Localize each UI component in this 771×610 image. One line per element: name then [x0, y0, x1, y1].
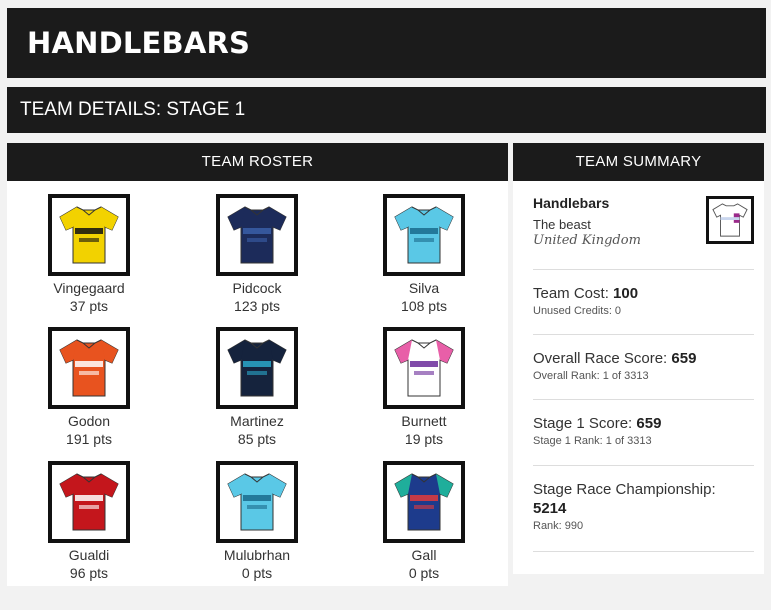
rider-jersey[interactable] [383, 327, 465, 409]
stage-score-label: Stage 1 Score: [533, 415, 633, 432]
stage-score-section: Stage 1 Score: 659 Stage 1 Rank: 1 of 33… [533, 415, 754, 466]
rider-name[interactable]: Burnett [364, 413, 484, 430]
roster-panel: Vingegaard 37 pts Pidcock 123 pts Silva 108 p… [7, 181, 508, 586]
jersey-icon [59, 206, 119, 264]
championship-section: Stage Race Championship: 5214 Rank: 990 [533, 481, 754, 552]
jersey-icon [712, 203, 748, 237]
rider-jersey[interactable] [48, 194, 130, 276]
brand-title[interactable]: HANDLEBARS [27, 26, 250, 60]
team-jersey [706, 196, 754, 244]
rider-card[interactable]: Godon 191 pts [29, 327, 149, 448]
rider-points: 108 pts [401, 298, 447, 314]
championship-rank: Rank: 990 [533, 520, 584, 532]
rider-jersey[interactable] [383, 194, 465, 276]
jersey-icon [59, 473, 119, 531]
rider-card[interactable]: Silva 108 pts [364, 194, 484, 315]
rider-jersey[interactable] [216, 327, 298, 409]
jersey-icon [227, 206, 287, 264]
site-banner: HANDLEBARS [7, 8, 766, 78]
stage-score-value: 659 [636, 415, 662, 432]
rider-name[interactable]: Gualdi [29, 547, 149, 564]
jersey-icon [59, 339, 119, 397]
rider-name[interactable]: Godon [29, 413, 149, 430]
rider-jersey[interactable] [383, 461, 465, 543]
rider-points: 37 pts [69, 298, 109, 314]
jersey-icon [394, 206, 454, 264]
rider-name[interactable]: Mulubrhan [197, 547, 317, 564]
rider-jersey[interactable] [216, 194, 298, 276]
overall-score-label: Overall Race Score: [533, 350, 668, 367]
rider-points: 123 pts [234, 298, 280, 314]
jersey-icon [394, 473, 454, 531]
stage-header: TEAM DETAILS: STAGE 1 [7, 87, 766, 133]
page-title: TEAM DETAILS: STAGE 1 [20, 99, 246, 120]
jersey-icon [394, 339, 454, 397]
rider-name[interactable]: Pidcock [197, 280, 317, 297]
championship-label: Stage Race Championship: [533, 481, 716, 498]
rider-jersey[interactable] [48, 327, 130, 409]
rider-points: 19 pts [404, 431, 444, 447]
rider-card[interactable]: Mulubrhan 0 pts [197, 461, 317, 582]
stage-rank: Stage 1 Rank: 1 of 3313 [533, 435, 652, 447]
summary-heading: TEAM SUMMARY [513, 143, 764, 181]
rider-points: 0 pts [408, 565, 440, 581]
rider-card[interactable]: Pidcock 123 pts [197, 194, 317, 315]
jersey-icon [227, 473, 287, 531]
unused-credits: Unused Credits: 0 [533, 305, 622, 317]
overall-score-section: Overall Race Score: 659 Overall Rank: 1 … [533, 350, 754, 400]
rider-points: 0 pts [241, 565, 273, 581]
rider-name[interactable]: Gall [364, 547, 484, 564]
rider-points: 191 pts [66, 431, 112, 447]
rider-card[interactable]: Burnett 19 pts [364, 327, 484, 448]
overall-score-value: 659 [671, 350, 697, 367]
rider-jersey[interactable] [216, 461, 298, 543]
rider-points: 85 pts [237, 431, 277, 447]
rider-card[interactable]: Gualdi 96 pts [29, 461, 149, 582]
rider-card[interactable]: Martinez 85 pts [197, 327, 317, 448]
rider-name[interactable]: Vingegaard [29, 280, 149, 297]
championship-score: 5214 [533, 500, 567, 517]
overall-rank: Overall Rank: 1 of 3313 [533, 370, 649, 382]
team-cost-value: 100 [613, 285, 639, 302]
team-cost-label: Team Cost: [533, 285, 609, 302]
roster-heading: TEAM ROSTER [7, 143, 508, 181]
jersey-icon [227, 339, 287, 397]
rider-card[interactable]: Vingegaard 37 pts [29, 194, 149, 315]
rider-name[interactable]: Silva [364, 280, 484, 297]
rider-name[interactable]: Martinez [197, 413, 317, 430]
rider-card[interactable]: Gall 0 pts [364, 461, 484, 582]
team-cost-section: Team Cost: 100 Unused Credits: 0 [533, 285, 754, 335]
rider-jersey[interactable] [48, 461, 130, 543]
rider-points: 96 pts [69, 565, 109, 581]
